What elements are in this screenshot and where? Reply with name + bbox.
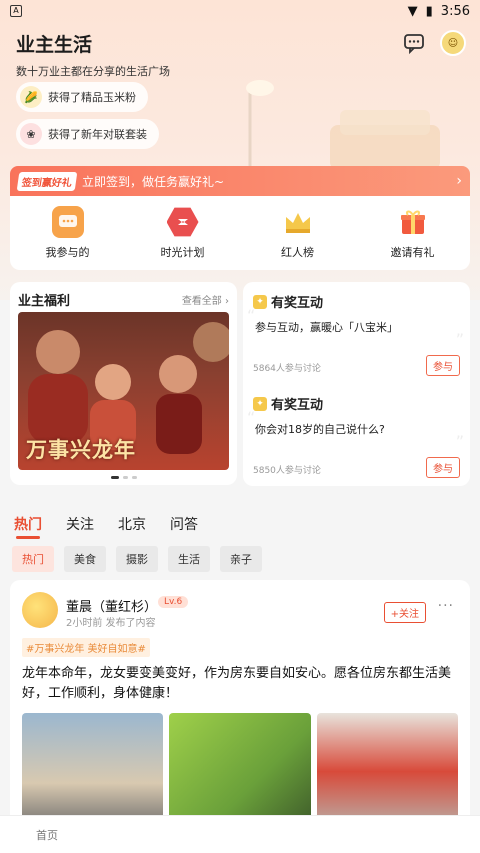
participate-button[interactable]: 参与 — [426, 457, 460, 478]
quick-action-invite[interactable]: 邀请有礼 — [368, 206, 458, 260]
quick-action-label: 红人榜 — [281, 246, 314, 259]
quick-action-time-plan[interactable]: 时光计划 — [138, 206, 228, 260]
quick-actions: 我参与的 时光计划 红人榜 邀请有礼 — [10, 196, 470, 270]
interaction-title: 有奖互动 — [271, 296, 324, 311]
tab-hot[interactable]: 热门 — [14, 514, 42, 539]
reward-interaction-card[interactable]: ✦ 有奖互动 “ 你会对18岁的自己说什么? ” 5850人参与讨论 参与 — [243, 384, 470, 486]
chip-photography[interactable]: 摄影 — [116, 546, 158, 572]
post-time: 2小时前 发布了内容 — [66, 618, 156, 629]
clock: 3:56 — [440, 3, 470, 19]
interaction-count: 5850人参与讨论 — [253, 466, 321, 476]
quick-action-label: 我参与的 — [45, 246, 90, 259]
battery-icon: ▮ — [425, 3, 433, 19]
header-actions: ☺ — [402, 30, 466, 56]
post-author-avatar[interactable] — [22, 592, 58, 628]
interaction-title: 有奖互动 — [271, 398, 324, 413]
tab-qa[interactable]: 问答 — [170, 514, 198, 534]
quick-action-ranking[interactable]: 红人榜 — [253, 206, 343, 260]
page-title: 业主生活 — [16, 34, 93, 56]
post-image-plant[interactable] — [169, 713, 311, 830]
welfare-banner-image[interactable]: 万事兴龙年 — [18, 312, 229, 470]
status-bar: A ▼ ▮ 3:56 — [0, 0, 480, 22]
chip-parenting[interactable]: 亲子 — [220, 546, 262, 572]
welfare-title: 业主福利 — [18, 294, 71, 309]
notice-text: 获得了精品玉米粉 — [48, 91, 136, 104]
user-avatar[interactable]: ☺ — [440, 30, 466, 56]
chevron-right-icon: › — [456, 173, 462, 189]
welfare-banner-text: 万事兴龙年 — [26, 438, 136, 462]
interaction-question: 参与互动，赢暖心「八宝米」 — [255, 321, 398, 334]
more-options-icon[interactable]: ··· — [438, 598, 454, 614]
post-content: 龙年本命年，龙女要变美变好，作为房东要自如安心。愿各位房东都生活美好，工作顺利，… — [22, 666, 452, 701]
follow-button[interactable]: +关注 — [383, 602, 426, 623]
owner-welfare-card: 业主福利 查看全部 › 万事兴龙年 — [10, 282, 237, 485]
wifi-icon: ▼ — [407, 3, 418, 19]
feed-tabs: 热门 关注 北京 问答 — [14, 514, 198, 539]
tab-beijing[interactable]: 北京 — [118, 514, 146, 534]
quote-open-icon: “ — [247, 408, 256, 427]
carousel-dot — [122, 476, 128, 479]
notice-pill-2: ❀ 获得了新年对联套装 — [16, 119, 159, 149]
quote-close-icon: ” — [455, 432, 464, 451]
page-subtitle: 数十万业主都在分享的生活广场 — [16, 65, 170, 78]
tab-following[interactable]: 关注 — [66, 514, 94, 534]
quick-action-participated[interactable]: 我参与的 — [23, 206, 113, 260]
interaction-question: 你会对18岁的自己说什么? — [255, 423, 385, 436]
category-chips: 热门 美食 摄影 生活 亲子 — [12, 546, 262, 572]
welfare-see-all-link[interactable]: 查看全部 › — [182, 292, 229, 307]
notice-text: 获得了新年对联套装 — [48, 128, 147, 141]
quote-close-icon: ” — [455, 330, 464, 349]
notice-pill-1: 🌽 获得了精品玉米粉 — [16, 82, 148, 112]
crown-icon — [282, 206, 314, 238]
chip-hot[interactable]: 热门 — [12, 546, 54, 572]
sign-in-text: 立即签到，做任务赢好礼~ — [82, 174, 225, 189]
sign-in-banner[interactable]: 签到赢好礼 立即签到，做任务赢好礼~ › — [10, 166, 470, 196]
participate-button[interactable]: 参与 — [426, 355, 460, 376]
chip-food[interactable]: 美食 — [64, 546, 106, 572]
quick-action-label: 邀请有礼 — [390, 246, 435, 259]
app-notification-icon: A — [10, 5, 22, 17]
bottom-navigation: 首页 — [0, 815, 480, 853]
room-decoration — [246, 80, 440, 175]
feed-post: 董晨（董红杉） Lv.6 2小时前 发布了内容 +关注 ··· #万事兴龙年 美… — [10, 580, 470, 830]
carousel-indicator — [10, 476, 237, 479]
post-images — [22, 713, 458, 830]
hexagon-clock-icon — [166, 207, 199, 237]
message-icon[interactable] — [402, 31, 426, 55]
corn-icon: 🌽 — [20, 86, 42, 108]
nav-home[interactable]: 首页 — [36, 827, 58, 843]
post-topic-tag[interactable]: #万事兴龙年 美好自如意# — [22, 638, 150, 657]
chip-life[interactable]: 生活 — [168, 546, 210, 572]
page-header: 业主生活 数十万业主都在分享的生活广场 — [16, 30, 170, 79]
post-author-name[interactable]: 董晨（董红杉） — [66, 596, 157, 615]
gift-icon — [397, 206, 429, 238]
chat-bubble-icon — [51, 206, 84, 238]
reward-interaction-card[interactable]: ✦ 有奖互动 “ 参与互动，赢暖心「八宝米」 ” 5864人参与讨论 参与 — [243, 282, 470, 384]
sign-in-tag: 签到赢好礼 — [16, 171, 78, 191]
quote-open-icon: “ — [247, 306, 256, 325]
post-image-city[interactable] — [22, 713, 164, 830]
carousel-dot — [110, 476, 119, 479]
post-image-lanterns[interactable] — [316, 713, 458, 830]
quick-action-label: 时光计划 — [160, 246, 205, 259]
interaction-count: 5864人参与讨论 — [253, 364, 321, 374]
avatar-icon: ❀ — [20, 123, 42, 145]
carousel-dot — [131, 476, 137, 479]
level-badge: Lv.6 — [158, 596, 189, 608]
